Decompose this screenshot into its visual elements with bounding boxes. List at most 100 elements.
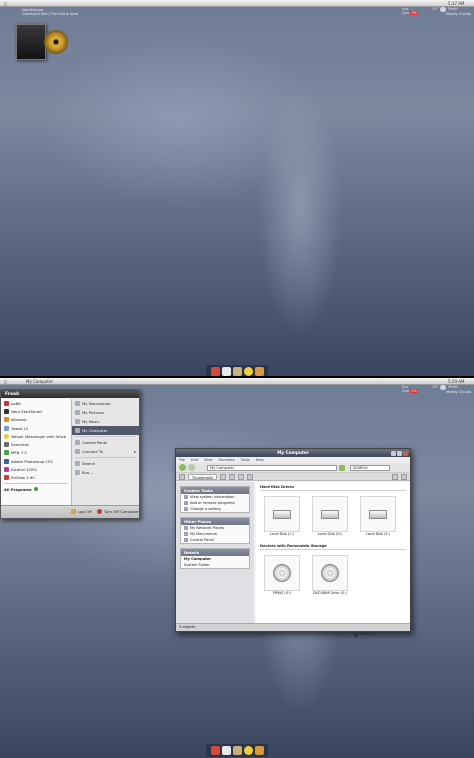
key-icon (71, 509, 76, 514)
folder-up-icon[interactable] (179, 473, 185, 480)
panel-header[interactable]: Other Places (181, 518, 249, 525)
file-view: Hard Disk Drives Local Disk (C:) Local D… (256, 482, 410, 625)
network-icon[interactable] (232, 746, 242, 755)
details-icon[interactable] (246, 473, 253, 480)
edit-icon[interactable] (401, 473, 407, 480)
go-arrow-icon[interactable] (339, 464, 345, 471)
smiley-icon[interactable] (243, 746, 253, 755)
cpu-meter: Sys Cpu 0% (402, 385, 418, 399)
album-cover (16, 24, 46, 60)
hard-disk-icon (321, 509, 339, 519)
menu-edit[interactable]: Edit (191, 458, 198, 462)
turn-off-button[interactable]: Turn Off Computer (97, 509, 139, 514)
start-menu-places: My Documents My Pictures My Music My Com… (71, 399, 139, 506)
program-label: MSN 7.5 (11, 450, 27, 456)
list-icon[interactable] (237, 473, 244, 480)
package-icon[interactable] (254, 367, 264, 376)
home-icon[interactable] (210, 367, 220, 376)
documents-icon[interactable] (221, 746, 231, 755)
network-icon (75, 449, 80, 454)
program-item[interactable]: Winamp (1, 416, 71, 424)
dvd-drive-icon (321, 564, 339, 582)
panel-header[interactable]: Details (181, 549, 249, 556)
place-my-pictures[interactable]: My Pictures (72, 408, 139, 417)
panel-header[interactable]: System Tasks (181, 487, 249, 494)
now-playing: Darkthrone Graveyard Slut | The Cult is … (22, 7, 79, 17)
menu-favorites[interactable]: Favorites (219, 458, 235, 462)
top-menu-bar:  5:37 AM (0, 0, 474, 7)
place-connect-to[interactable]: Connect To ▸ (72, 447, 139, 456)
drive-item[interactable]: Local Disk (E:) (360, 496, 396, 536)
place-my-music[interactable]: My Music (72, 417, 139, 426)
network-icon[interactable] (232, 367, 242, 376)
drive-item[interactable]: Local Disk (D:) (312, 496, 348, 536)
hard-disk-icon (369, 509, 387, 519)
place-label: My Documents (190, 532, 217, 536)
menu-file[interactable]: File (179, 458, 185, 462)
documents-icon[interactable] (221, 367, 231, 376)
program-item[interactable]: Adobe Photoshop CS2 (1, 457, 71, 465)
start-menu-user: Freak (1, 390, 139, 398)
minimize-button[interactable] (391, 450, 396, 456)
view-toolbar: Thumbnails (176, 473, 410, 481)
tiles-icon[interactable] (219, 473, 226, 480)
place-search[interactable]: Search (72, 459, 139, 468)
place-run[interactable]: Run... (72, 468, 139, 477)
smiley-icon[interactable] (243, 367, 253, 376)
folder-icon (184, 532, 188, 536)
maximize-button[interactable] (397, 450, 402, 456)
program-item[interactable]: uoBit (1, 399, 71, 407)
back-arrow-icon[interactable] (179, 464, 186, 471)
program-label: Tweak UI (11, 425, 28, 431)
place-control-panel[interactable]: Control Panel (72, 438, 139, 447)
task-label: Add or remove programs (190, 501, 235, 505)
program-label: Yahoo! Messenger with Voice (11, 433, 67, 439)
program-item[interactable]: Alcohol 120% (1, 465, 71, 473)
place-my-documents[interactable]: My Documents (72, 399, 139, 408)
address-input[interactable]: My Computer (207, 464, 337, 471)
weather-widget: 13° Perth Mostly Cloudy (432, 385, 471, 399)
menu-help[interactable]: Help (256, 458, 264, 462)
place-label: My Music (82, 419, 100, 424)
window-title: My Computer (277, 450, 309, 455)
active-app-title: My Computer (26, 379, 53, 384)
home-icon[interactable] (210, 746, 220, 755)
program-item[interactable]: Nero StartSmart (1, 407, 71, 415)
log-off-button[interactable]: Log Off (71, 509, 92, 514)
place-link[interactable]: Control Panel (181, 537, 249, 543)
turn-off-label: Turn Off Computer (104, 509, 139, 514)
forward-arrow-icon[interactable] (188, 464, 195, 471)
views-button[interactable]: Thumbnails (188, 473, 217, 480)
task-link[interactable]: Change a setting (181, 506, 249, 512)
menu-tools[interactable]: Tools (241, 458, 250, 462)
program-label: XnView 1.90 (11, 475, 35, 481)
program-item[interactable]: Yahoo! Messenger with Voice (1, 432, 71, 440)
program-item[interactable]: Tweak UI (1, 424, 71, 432)
menu-view[interactable]: View (204, 458, 213, 462)
drive-tiles: Local Disk (C:) Local Disk (D:) Local Di… (256, 491, 410, 541)
system-tasks-panel: System Tasks View system information Add… (180, 486, 250, 513)
search-input[interactable]: SEARCH (350, 464, 390, 471)
apple-menu-icon[interactable]:  (4, 1, 6, 6)
program-item[interactable]: XnView 1.90 (1, 474, 71, 482)
program-item[interactable]: MSN 7.5 (1, 449, 71, 457)
drive-item[interactable]: PIPA(E) (F:) (264, 555, 300, 595)
divider (75, 457, 136, 458)
weather-desc: Mostly Cloudy (446, 12, 472, 16)
icons-icon[interactable] (228, 473, 235, 480)
apple-menu-icon[interactable]:  (4, 379, 6, 384)
settings-icon[interactable] (392, 473, 398, 480)
package-icon[interactable] (254, 746, 264, 755)
info-icon (184, 495, 188, 499)
program-item[interactable]: Samurize (1, 440, 71, 448)
drive-item[interactable]: DVD-RAM Drive (G:) (312, 555, 348, 595)
cpu-label: Cpu (402, 11, 410, 16)
close-button[interactable] (403, 450, 408, 456)
window-title-bar[interactable]: My Computer (176, 449, 410, 457)
place-my-computer[interactable]: My Computer (72, 426, 139, 435)
drive-item[interactable]: Local Disk (C:) (264, 496, 300, 536)
all-programs-button[interactable]: All Programs (1, 485, 71, 493)
alcohol-icon (4, 467, 9, 473)
cpu-meter: Sys Cpu 0% (402, 7, 418, 21)
utorrent-icon (4, 400, 9, 406)
